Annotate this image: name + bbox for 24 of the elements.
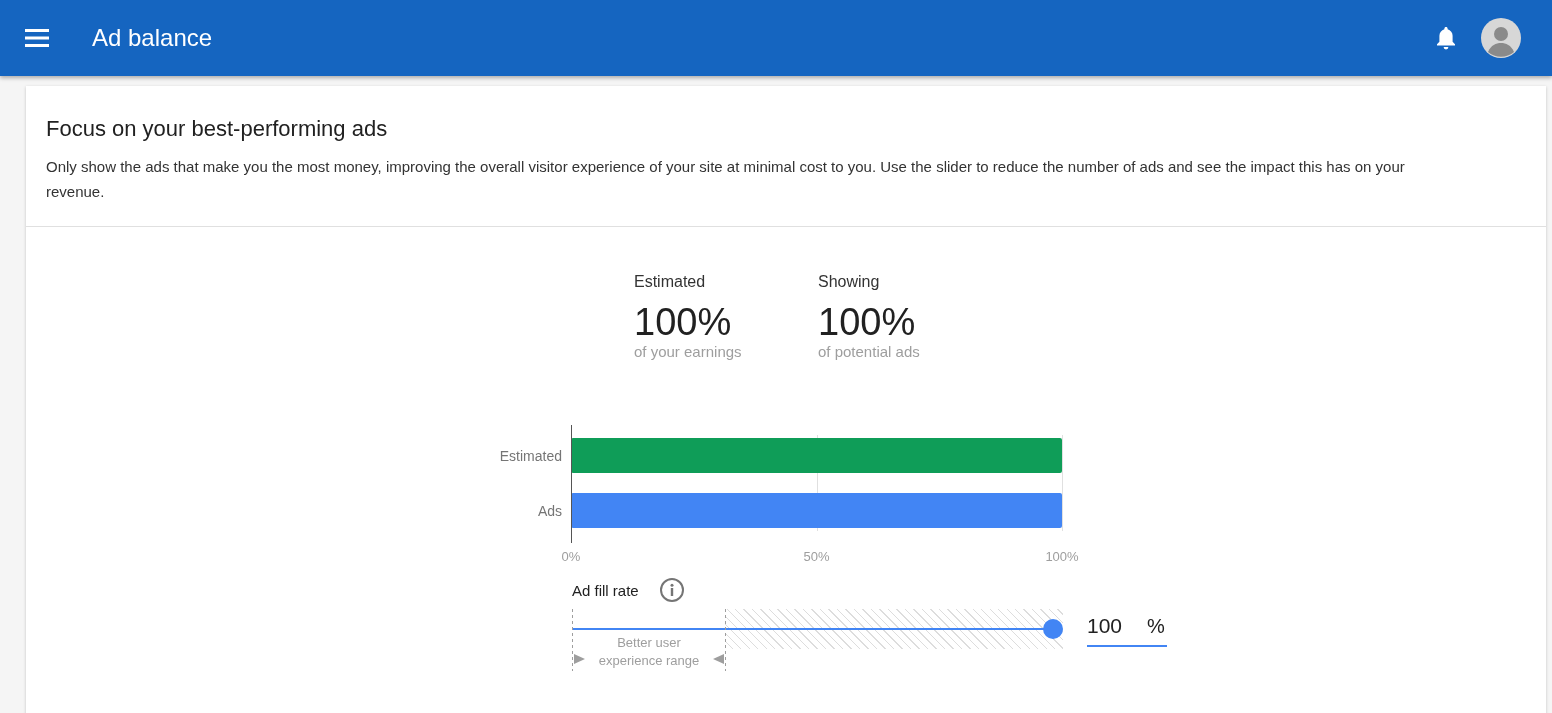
unit-label: % — [1147, 614, 1165, 638]
axis-tick-label: 100% — [1045, 549, 1079, 564]
stat-value: 100% — [818, 300, 917, 345]
series-label: Ads — [537, 503, 562, 519]
app-title: Ad balance — [92, 24, 213, 52]
series-label: Estimated — [499, 448, 562, 464]
card-title: Focus on your best-performing ads — [46, 116, 389, 142]
info-icon[interactable] — [658, 577, 685, 603]
range-start-marker — [572, 609, 586, 671]
fill-rate-label: Ad fill rate — [572, 581, 639, 599]
stat-label: Showing — [818, 273, 881, 291]
stat-value: 100% — [634, 300, 733, 345]
stat-caption: of potential ads — [818, 343, 921, 360]
axis-tick-label: 50% — [803, 549, 830, 564]
card-description: Only show the ads that make you the most money, improving the overall visitor experience of your site at minimal cost to you. Use the slider to reduce the number of ads and see the impact this has on your revenue. — [46, 157, 1406, 202]
bell-icon[interactable] — [1435, 25, 1457, 51]
menu-icon[interactable] — [25, 29, 49, 47]
range-end-marker — [712, 609, 726, 671]
stat-label: Estimated — [634, 273, 707, 291]
avatar-icon[interactable] — [1481, 18, 1521, 58]
stat-caption: of your earnings — [634, 343, 743, 360]
range-label: Better user experience range — [597, 634, 701, 670]
percent-input[interactable]: 100 — [1087, 614, 1131, 638]
axis-tick-label: 0% — [561, 549, 581, 564]
